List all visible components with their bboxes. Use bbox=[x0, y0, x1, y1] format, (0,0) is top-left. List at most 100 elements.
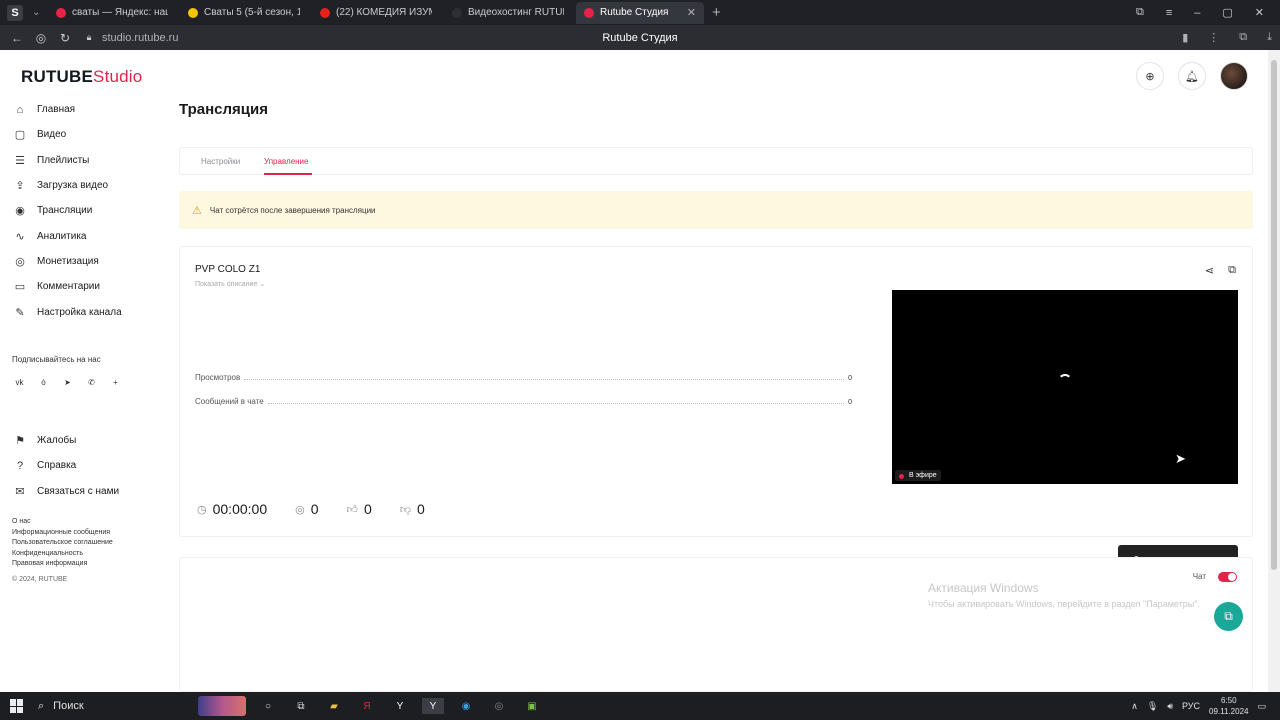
sidebar-item-label: Видео bbox=[37, 129, 67, 141]
language-indicator[interactable]: РУС bbox=[1182, 701, 1200, 711]
stream-preview-player[interactable]: В эфире ➤ bbox=[892, 290, 1238, 484]
support-chat-button[interactable]: ⧉ bbox=[1214, 602, 1243, 631]
browser-tab[interactable]: (22) КОМЕДИЯ ИЗУМИТ bbox=[312, 2, 440, 24]
sidebar-item-label: Жалобы bbox=[37, 435, 77, 447]
sidebar-item[interactable]: ◉ Трансляции bbox=[0, 198, 160, 223]
sidebar: ⌂ Главная ▢ Видео ☰ Плейлисты ⇪ Загрузка видео ◉… bbox=[0, 97, 160, 325]
cortana-icon[interactable]: ○ bbox=[257, 698, 279, 714]
clock[interactable]: 6:50 09.11.2024 bbox=[1209, 695, 1248, 717]
menu-icon[interactable]: ≡ bbox=[1166, 7, 1172, 19]
back-icon[interactable]: ← bbox=[10, 31, 24, 45]
follow-label: Подписывайтесь на нас bbox=[12, 355, 101, 364]
comments-icon: ▭ bbox=[14, 281, 26, 294]
tab-settings[interactable]: Настройки bbox=[201, 157, 240, 166]
notifications-bell-icon[interactable]: 🔔︎ bbox=[1178, 62, 1206, 90]
browser-tab[interactable]: Сваты 5 (5-й сезон, 16 се bbox=[180, 2, 308, 24]
maximize-icon[interactable]: ▢ bbox=[1222, 6, 1232, 19]
protect-icon[interactable]: ◎ bbox=[34, 31, 48, 45]
telegram-app-icon[interactable]: ◉ bbox=[455, 698, 477, 714]
footer-link[interactable]: Информационные сообщения bbox=[12, 528, 113, 539]
sidebar-item-label: Плейлисты bbox=[37, 154, 90, 166]
rutube-studio-logo[interactable]: RUTUBEStudio bbox=[21, 67, 142, 87]
sidebar-item[interactable]: ∿ Аналитика bbox=[0, 223, 160, 248]
yandex-icon[interactable]: Я bbox=[356, 698, 378, 714]
download-icon[interactable]: ⤓ bbox=[1267, 31, 1272, 44]
sidebar-item-label: Главная bbox=[37, 104, 76, 116]
browser-tab[interactable]: сваты — Яндекс: нашлас bbox=[48, 2, 176, 24]
microphone-icon[interactable]: 🎙︎ bbox=[1147, 701, 1158, 712]
tab-list-chevron-icon[interactable]: ⌄ bbox=[32, 7, 44, 18]
bookmarks-icon[interactable]: ⧉ bbox=[1136, 6, 1144, 19]
footer-link[interactable]: Пользовательское соглашение bbox=[12, 538, 113, 549]
more-icon[interactable]: ⋮ bbox=[1208, 31, 1219, 44]
studio-app: RUTUBEStudio ⊕ 🔔︎ ⌂ Главная ▢ Видео ☰ Плейлис… bbox=[0, 50, 1268, 692]
footer-link[interactable]: Правовая информация bbox=[12, 559, 113, 570]
tab-manage[interactable]: Управление bbox=[264, 157, 308, 166]
tab-label: Сваты 5 (5-й сезон, 16 се bbox=[204, 7, 300, 18]
avatar[interactable] bbox=[1220, 62, 1248, 90]
browser-tabbar: S ⌄ сваты — Яндекс: нашлас Сваты 5 (5-й с… bbox=[0, 0, 1280, 25]
copyright: © 2024, RUTUBE bbox=[12, 575, 68, 583]
file-explorer-icon[interactable]: ▰ bbox=[323, 698, 345, 714]
browser-logo[interactable]: S bbox=[7, 4, 23, 21]
cube-app-icon[interactable]: ▣ bbox=[521, 698, 543, 714]
warning-text: Чат сотрётся после завершения трансляции bbox=[209, 205, 376, 215]
page-scrollbar[interactable] bbox=[1268, 50, 1280, 692]
show-description-link[interactable]: Показать описание ⌄ bbox=[195, 280, 265, 288]
sidebar-item[interactable]: ✎ Настройка канала bbox=[0, 299, 160, 324]
volume-icon[interactable]: 🔊︎ bbox=[1167, 701, 1173, 712]
stream-tabs: Настройки Управление bbox=[179, 147, 1253, 175]
add-video-icon[interactable]: ⊕ bbox=[1136, 62, 1164, 90]
windows-start-icon[interactable] bbox=[10, 699, 24, 713]
minimize-icon[interactable]: – bbox=[1194, 7, 1200, 19]
sidebar-item[interactable]: ✉ Связаться с нами bbox=[0, 479, 160, 504]
reload-icon[interactable]: ↻ bbox=[58, 31, 72, 45]
browser-tab[interactable]: Rutube Студия ✕ bbox=[576, 1, 704, 24]
sidebar-item-label: Трансляции bbox=[37, 205, 93, 217]
sidebar-item[interactable]: ◎ Монетизация bbox=[0, 249, 160, 274]
sidebar-item[interactable]: ▭ Комментарии bbox=[0, 274, 160, 299]
sidebar-item[interactable]: ? Справка bbox=[0, 453, 160, 478]
ok-icon[interactable]: ȯ bbox=[36, 375, 51, 389]
viber-icon[interactable]: ✆ bbox=[84, 375, 99, 389]
telegram-icon[interactable]: ➤ bbox=[60, 375, 75, 389]
taskbar-search[interactable]: ⌕ Поиск bbox=[38, 692, 198, 720]
extensions-icon[interactable]: ⧉ bbox=[1239, 31, 1247, 44]
stat-label: Просмотров bbox=[195, 373, 241, 382]
browser-tab[interactable]: Видеохостинг RUTUBE. С bbox=[444, 2, 572, 24]
tab-label: сваты — Яндекс: нашлас bbox=[72, 7, 168, 18]
thumbs-down-icon: 👎︎ bbox=[399, 503, 411, 516]
notifications-icon[interactable]: ▭ bbox=[1257, 701, 1266, 712]
sidebar-item[interactable]: ☰ Плейлисты bbox=[0, 148, 160, 173]
url-field[interactable]: studio.rutube.ru bbox=[102, 32, 178, 44]
close-window-icon[interactable]: ✕ bbox=[1255, 6, 1264, 19]
chat-card: Чат bbox=[179, 557, 1253, 692]
lock-icon: 🔒︎ bbox=[86, 32, 92, 42]
dislikes-metric: 👎︎ 0 bbox=[400, 501, 425, 517]
share-icon[interactable]: ⋖ bbox=[1205, 264, 1214, 277]
vk-icon[interactable]: vk bbox=[12, 375, 27, 389]
complaints-icon: ⚑ bbox=[15, 435, 25, 448]
task-view-icon[interactable]: ⧉ bbox=[290, 698, 312, 714]
scrollbar-thumb[interactable] bbox=[1271, 60, 1277, 570]
tray-chevron-icon[interactable]: ∧ bbox=[1131, 701, 1138, 712]
footer-link[interactable]: О нас bbox=[12, 517, 113, 528]
bookmark-icon[interactable]: ▮ bbox=[1182, 31, 1188, 44]
sidebar-item[interactable]: ⇪ Загрузка видео bbox=[0, 173, 160, 198]
tab-favicon-icon bbox=[56, 7, 66, 18]
logo-suffix: Studio bbox=[93, 67, 143, 86]
close-tab-icon[interactable]: ✕ bbox=[687, 6, 696, 19]
tab-label: Видеохостинг RUTUBE. С bbox=[468, 7, 564, 18]
search-highlight-image[interactable] bbox=[198, 696, 246, 716]
yandex-browser-active-icon[interactable]: Y bbox=[422, 698, 444, 714]
sidebar-item[interactable]: ⚑ Жалобы bbox=[0, 428, 160, 453]
footer-link[interactable]: Конфиденциальность bbox=[12, 549, 113, 560]
more-icon[interactable]: + bbox=[108, 375, 123, 389]
yandex-browser-icon[interactable]: Y bbox=[389, 698, 411, 714]
sidebar-item[interactable]: ▢ Видео bbox=[0, 122, 160, 147]
active-tab-underline bbox=[264, 173, 312, 175]
open-external-icon[interactable]: ⧉ bbox=[1228, 264, 1236, 277]
sidebar-item[interactable]: ⌂ Главная bbox=[0, 97, 160, 122]
app-icon[interactable]: ◎ bbox=[488, 698, 510, 714]
new-tab-button[interactable]: + bbox=[712, 4, 721, 21]
